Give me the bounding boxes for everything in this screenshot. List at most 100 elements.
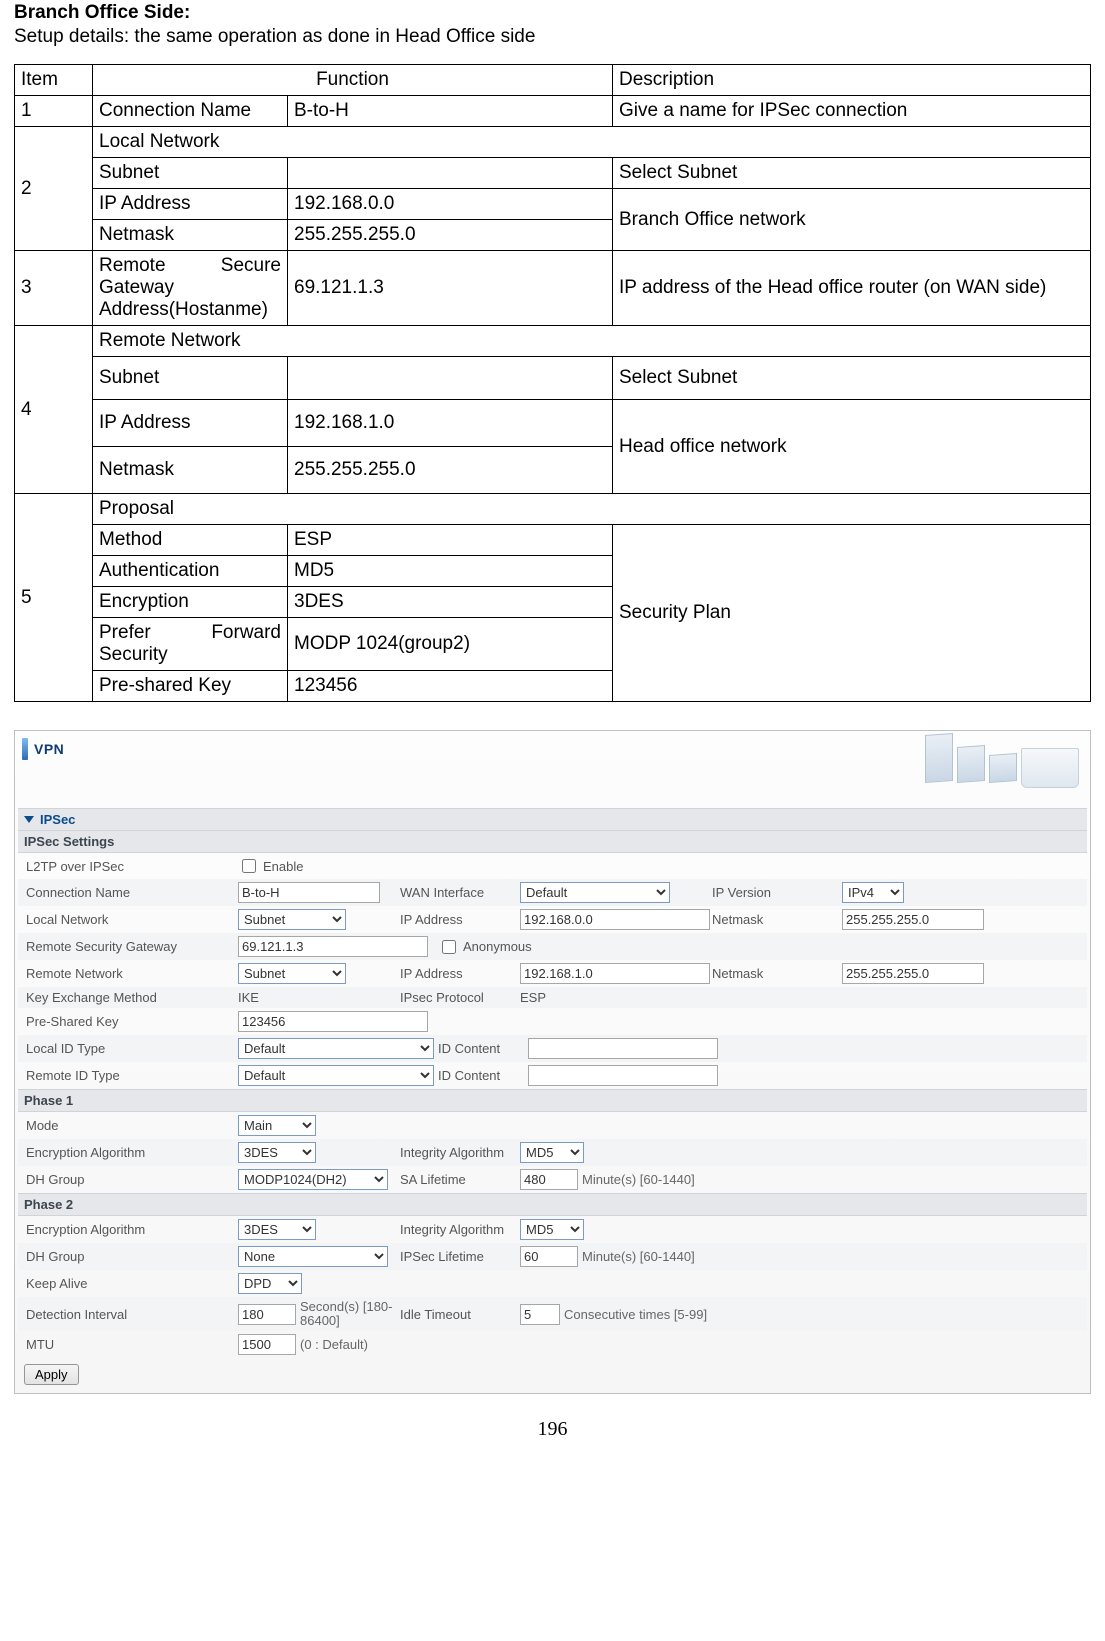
row-local-id: Local ID Type Default ID Content <box>18 1035 1087 1062</box>
hint-cons: Consecutive times [5-99] <box>564 1307 707 1322</box>
row-p1-dh: DH Group MODP1024(DH2) SA Lifetime Minut… <box>18 1166 1087 1193</box>
cell-desc: Select Subnet <box>613 158 1091 189</box>
cell-f1: Pre-shared Key <box>93 671 288 702</box>
label-id-content: ID Content <box>438 1041 528 1056</box>
vpn-title: VPN <box>34 741 64 757</box>
th-description: Description <box>613 65 1091 96</box>
label-mode: Mode <box>26 1118 238 1133</box>
hint-mtu0: (0 : Default) <box>300 1337 368 1352</box>
ipsec-proto-value: ESP <box>520 990 712 1005</box>
phase1-header: Phase 1 <box>18 1089 1087 1112</box>
ipsec-settings-header: IPSec Settings <box>18 830 1087 853</box>
label-local-id: Local ID Type <box>26 1041 238 1056</box>
cell-f2: ESP <box>288 525 613 556</box>
p1-dh-select[interactable]: MODP1024(DH2) <box>238 1169 388 1190</box>
cell-desc: Give a name for IPSec connection <box>613 96 1091 127</box>
row-local-net: Local Network Subnet IP Address Netmask <box>18 906 1087 933</box>
phase2-header: Phase 2 <box>18 1193 1087 1216</box>
local-mask-input[interactable] <box>842 909 984 930</box>
cell-desc: Security Plan <box>613 525 1091 702</box>
p1-enc-select[interactable]: 3DES <box>238 1142 316 1163</box>
table-row: IP Address 192.168.1.0 Head office netwo… <box>15 400 1091 447</box>
label-det-int: Detection Interval <box>26 1307 238 1322</box>
vpn-logo: VPN <box>22 738 64 760</box>
cell-f2: 192.168.1.0 <box>288 400 613 447</box>
row-mtu: MTU (0 : Default) <box>18 1331 1087 1358</box>
wan-if-select[interactable]: Default <box>520 882 670 903</box>
label-enc-algo2: Encryption Algorithm <box>26 1222 238 1237</box>
remote-mask-input[interactable] <box>842 963 984 984</box>
label-remote-id: Remote ID Type <box>26 1068 238 1083</box>
remote-net-select[interactable]: Subnet <box>238 963 346 984</box>
label-l2tp: L2TP over IPSec <box>26 859 238 874</box>
cell-f1: Netmask <box>93 447 288 494</box>
idle-to-input[interactable] <box>520 1304 560 1325</box>
cell-f2 <box>288 357 613 400</box>
remote-id-content-input[interactable] <box>528 1065 718 1086</box>
p2-int-select[interactable]: MD5 <box>520 1219 584 1240</box>
ip-ver-select[interactable]: IPv4 <box>842 882 904 903</box>
cell-label: Local Network <box>93 127 1091 158</box>
label-conn-name: Connection Name <box>26 885 238 900</box>
label-rsg: Remote Security Gateway <box>26 939 238 954</box>
label-kem: Key Exchange Method <box>26 990 238 1005</box>
ipsec-life-input[interactable] <box>520 1246 578 1267</box>
label-int-algo2: Integrity Algorithm <box>400 1223 520 1237</box>
cell-f2: MODP 1024(group2) <box>288 618 613 671</box>
enable-label: Enable <box>263 859 303 874</box>
keep-alive-select[interactable]: DPD <box>238 1273 302 1294</box>
conn-name-input[interactable] <box>238 882 380 903</box>
rsg-input[interactable] <box>238 936 428 957</box>
cell-f1: Connection Name <box>93 96 288 127</box>
table-row: 2 Local Network <box>15 127 1091 158</box>
anon-checkbox[interactable] <box>442 940 456 954</box>
cell-f1: Subnet <box>93 158 288 189</box>
label-enc-algo: Encryption Algorithm <box>26 1145 238 1160</box>
local-ip-input[interactable] <box>520 909 710 930</box>
det-int-input[interactable] <box>238 1304 296 1325</box>
vpn-banner: VPN <box>18 734 1087 804</box>
p2-dh-select[interactable]: None <box>238 1246 388 1267</box>
cell-item: 3 <box>15 251 93 326</box>
p1-int-select[interactable]: MD5 <box>520 1142 584 1163</box>
page-number: 196 <box>14 1418 1091 1441</box>
cell-f2: 192.168.0.0 <box>288 189 613 220</box>
chevron-down-icon <box>24 816 34 823</box>
cell-f2: 69.121.1.3 <box>288 251 613 326</box>
label-id-content2: ID Content <box>438 1068 528 1083</box>
table-row: Item Function Description <box>15 65 1091 96</box>
cell-label: Proposal <box>93 494 1091 525</box>
cell-desc: IP address of the Head office router (on… <box>613 251 1091 326</box>
label-netmask: Netmask <box>712 912 842 927</box>
local-net-select[interactable]: Subnet <box>238 909 346 930</box>
cell-item: 5 <box>15 494 93 702</box>
local-id-content-input[interactable] <box>528 1038 718 1059</box>
mode-select[interactable]: Main <box>238 1115 316 1136</box>
cell-f2 <box>288 158 613 189</box>
label-local-net: Local Network <box>26 912 238 927</box>
ipsec-collapse-header[interactable]: IPSec <box>18 808 1087 830</box>
row-psk: Pre-Shared Key <box>18 1008 1087 1035</box>
vpn-panel: VPN IPSec IPSec Settings L2TP over IPSec… <box>14 730 1091 1394</box>
mtu-input[interactable] <box>238 1334 296 1355</box>
cell-f2: MD5 <box>288 556 613 587</box>
sa-life-input[interactable] <box>520 1169 578 1190</box>
remote-ip-input[interactable] <box>520 963 710 984</box>
p2-enc-select[interactable]: 3DES <box>238 1219 316 1240</box>
label-dh-group2: DH Group <box>26 1249 238 1264</box>
label-ip-ver: IP Version <box>712 885 842 900</box>
enable-checkbox[interactable] <box>242 859 256 873</box>
psk-input[interactable] <box>238 1011 428 1032</box>
cell-f1: Encryption <box>93 587 288 618</box>
cell-f1: Prefer Forward Security <box>93 618 288 671</box>
row-remote-net: Remote Network Subnet IP Address Netmask <box>18 960 1087 987</box>
remote-id-select[interactable]: Default <box>238 1065 434 1086</box>
table-row: Method ESP Security Plan <box>15 525 1091 556</box>
cell-f2: 255.255.255.0 <box>288 447 613 494</box>
label-wan-if: WAN Interface <box>400 885 520 900</box>
apply-button[interactable]: Apply <box>24 1364 79 1385</box>
row-det-int: Detection Interval Second(s) [180-86400]… <box>18 1297 1087 1331</box>
cell-f1: Netmask <box>93 220 288 251</box>
table-row: 3 Remote Secure Gateway Address(Hostanme… <box>15 251 1091 326</box>
local-id-select[interactable]: Default <box>238 1038 434 1059</box>
